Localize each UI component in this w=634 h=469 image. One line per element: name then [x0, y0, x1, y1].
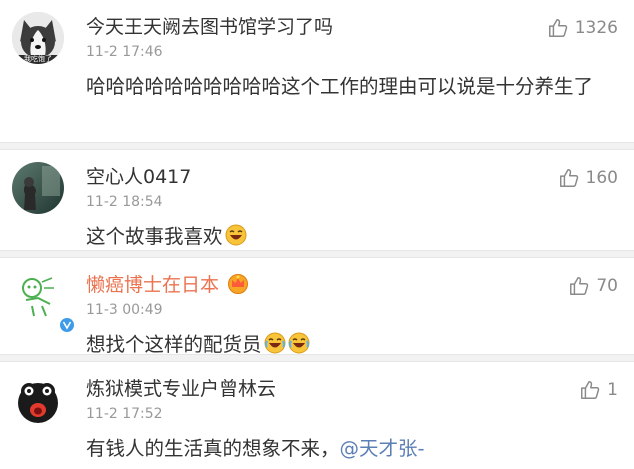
comment-item: 空心人0417 11-2 18:54 160 这个故事我喜欢 — [0, 150, 634, 250]
laugh-cry-emoji — [264, 332, 286, 354]
comment-time: 11-3 00:49 — [86, 302, 163, 318]
comment-username[interactable]: 空心人0417 — [86, 164, 191, 190]
comment-text-line: 这个故事我喜欢 — [86, 220, 606, 254]
comment-username[interactable]: 炼狱模式专业户曾林云 — [86, 376, 276, 402]
mention-link[interactable]: @天才张- — [340, 437, 425, 460]
like-button[interactable]: 1 — [579, 378, 618, 402]
like-count: 1326 — [574, 18, 618, 38]
like-count: 1 — [607, 380, 618, 400]
crown-badge-icon — [228, 274, 248, 294]
comment-item: 懒癌博士在日本 11-3 00:49 70 想找个这样的配货员 — [0, 258, 634, 356]
thumbs-up-icon — [570, 277, 589, 295]
comment-time: 11-2 17:52 — [86, 406, 163, 422]
comment-text: 有钱人的生活真的想象不来， — [86, 437, 340, 460]
comment-time: 11-2 17:46 — [86, 44, 163, 60]
comment-text-line: 有钱人的生活真的想象不来，@天才张- — [86, 432, 606, 466]
divider — [0, 142, 634, 150]
like-button[interactable]: 1326 — [547, 16, 618, 40]
comment-item: 炼狱模式专业户曾林云 11-2 17:52 1 有钱人的生活真的想象不来，@天才… — [0, 362, 634, 469]
like-count: 70 — [596, 276, 618, 296]
laugh-cry-emoji — [288, 332, 310, 354]
comment-text: 哈哈哈哈哈哈哈哈哈哈这个工作的理由可以说是十分养生了 — [86, 75, 594, 98]
verified-badge-icon — [59, 317, 75, 333]
thumbs-up-icon — [559, 169, 578, 187]
comment-item: 我吃饱了 今天王天阙去图书馆学习了吗 11-2 17:46 1326 哈哈哈哈哈… — [0, 0, 634, 142]
scared-face-avatar-icon — [12, 374, 64, 426]
thumbs-up-icon — [548, 19, 567, 37]
comment-text: 这个故事我喜欢 — [86, 225, 223, 248]
divider — [0, 250, 634, 258]
like-button[interactable]: 70 — [568, 274, 618, 298]
avatar[interactable] — [12, 270, 75, 333]
comment-username[interactable]: 懒癌博士在日本 — [86, 272, 219, 298]
comment-text: 想找个这样的配货员 — [86, 333, 262, 356]
comment-username[interactable]: 今天王天阙去图书馆学习了吗 — [86, 14, 333, 40]
photo-avatar-icon — [12, 162, 64, 214]
avatar[interactable]: 我吃饱了 — [12, 12, 64, 64]
like-button[interactable]: 160 — [558, 166, 618, 190]
avatar[interactable] — [12, 162, 64, 214]
comment-username-text: 懒癌博士在日本 — [86, 274, 220, 296]
divider — [0, 354, 634, 362]
avatar-caption: 我吃饱了 — [24, 55, 52, 63]
cartoon-avatar-icon — [12, 270, 64, 322]
thumbs-up-icon — [581, 381, 600, 399]
avatar[interactable] — [12, 374, 64, 426]
laugh-emoji — [225, 224, 247, 246]
comment-time: 11-2 18:54 — [86, 194, 163, 210]
like-count: 160 — [585, 168, 618, 188]
